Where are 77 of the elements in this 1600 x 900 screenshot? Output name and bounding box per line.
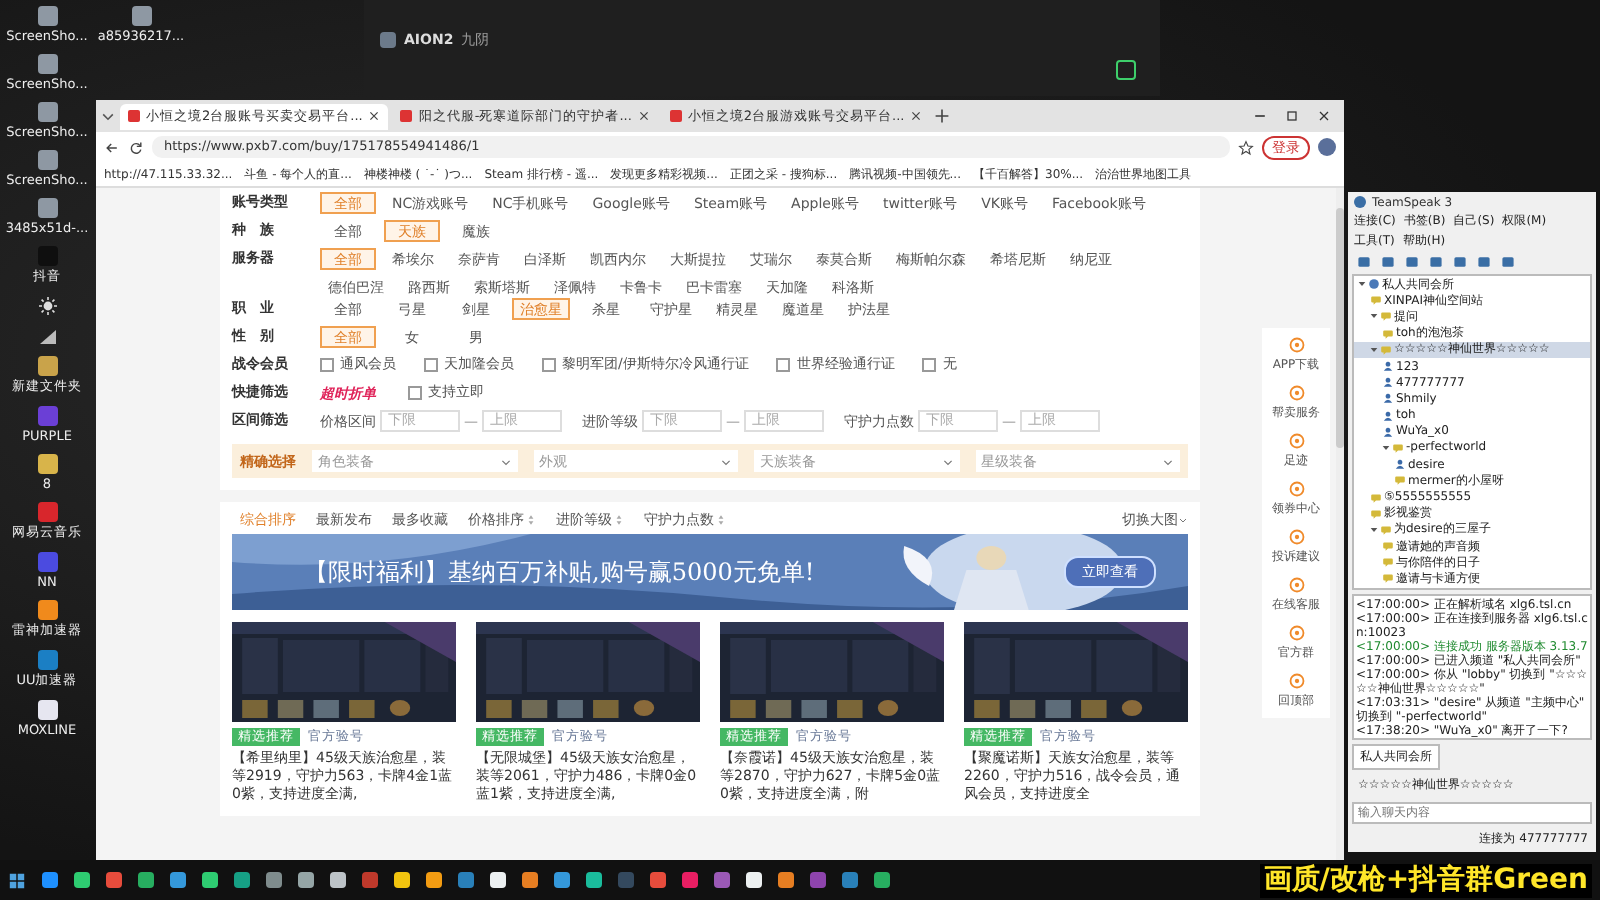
tool-icon[interactable] [1287, 336, 1305, 354]
plus-icon[interactable] [934, 108, 951, 124]
caret-icon [499, 455, 511, 467]
expand-arrow-icon [1382, 443, 1390, 452]
avatar[interactable] [1318, 138, 1336, 156]
chevron-down-icon[interactable] [100, 108, 116, 124]
app-icon[interactable] [37, 600, 57, 620]
channel-icon [1380, 310, 1392, 323]
star-icon[interactable] [1238, 139, 1254, 155]
channel-icon [1382, 327, 1394, 340]
channel-icon [1382, 540, 1394, 553]
close-icon[interactable] [368, 110, 381, 122]
sort-arrows-icon [614, 514, 624, 526]
close-icon[interactable] [910, 110, 923, 122]
checkbox[interactable] [776, 358, 791, 372]
user-icon [1394, 458, 1406, 471]
checkbox[interactable] [408, 386, 422, 400]
windows-start-icon[interactable] [8, 871, 26, 889]
channel-icon [1394, 474, 1406, 487]
tool-icon[interactable] [1287, 480, 1305, 498]
caret-icon [1162, 455, 1174, 467]
expand-arrow-icon [1370, 345, 1378, 354]
back-icon[interactable] [104, 139, 120, 155]
folder-icon[interactable] [37, 356, 57, 376]
favicon-icon [400, 110, 413, 122]
expand-arrow-icon [1370, 312, 1378, 321]
server-icon [1368, 278, 1380, 291]
channel-icon [1382, 556, 1394, 569]
app-icon[interactable] [37, 700, 57, 720]
refresh-icon[interactable] [128, 139, 144, 155]
file-icon[interactable] [37, 54, 57, 74]
file-icon[interactable] [37, 150, 57, 170]
channel-icon [1380, 523, 1392, 536]
stream-overlay-text: 画质/改枪+抖音群Green [1259, 863, 1592, 897]
channel-icon [1370, 294, 1382, 307]
file-icon[interactable] [37, 102, 57, 122]
app-logo-icon [380, 32, 396, 48]
checkbox[interactable] [922, 358, 937, 372]
file-icon[interactable] [131, 6, 151, 26]
channel-icon [1370, 491, 1382, 504]
tool-icon[interactable] [1287, 624, 1305, 642]
favicon-icon [669, 110, 682, 122]
caret-icon [720, 455, 732, 467]
channel-icon [1392, 441, 1404, 454]
channel-icon [1380, 343, 1392, 356]
user-icon [1382, 425, 1394, 438]
banner-headline: 【限时福利】基纳百万补贴,购号赢5000元免单! [304, 555, 815, 589]
user-icon [1382, 376, 1394, 389]
sort-arrows-icon [716, 514, 726, 526]
app-icon[interactable] [1116, 60, 1136, 80]
tool-icon[interactable] [1287, 432, 1305, 450]
sun-icon[interactable] [37, 296, 57, 316]
checkbox[interactable] [542, 358, 556, 372]
checkbox[interactable] [320, 358, 334, 372]
expand-arrow-icon [1370, 525, 1378, 534]
caret-icon [941, 455, 953, 467]
sort-arrows-icon [526, 514, 536, 526]
checkbox[interactable] [424, 358, 438, 372]
tool-icon[interactable] [1287, 672, 1305, 690]
maximize-icon[interactable] [1284, 108, 1300, 124]
close-icon[interactable] [637, 110, 650, 122]
channel-icon [1382, 572, 1394, 585]
app-icon[interactable] [37, 454, 57, 474]
signal-icon[interactable] [37, 326, 57, 346]
file-icon[interactable] [37, 6, 57, 26]
favicon-icon [128, 110, 140, 122]
close-icon[interactable] [1316, 108, 1332, 124]
tool-icon[interactable] [1287, 528, 1305, 546]
tool-icon[interactable] [1287, 576, 1305, 594]
scrollbar[interactable] [1336, 188, 1344, 860]
user-icon [1382, 360, 1394, 373]
user-icon [1382, 392, 1394, 405]
tool-icon[interactable] [1287, 384, 1305, 402]
user-icon [1382, 409, 1394, 422]
file-icon[interactable] [37, 198, 57, 218]
channel-icon [1370, 507, 1382, 520]
app-logo-icon [1354, 196, 1366, 208]
